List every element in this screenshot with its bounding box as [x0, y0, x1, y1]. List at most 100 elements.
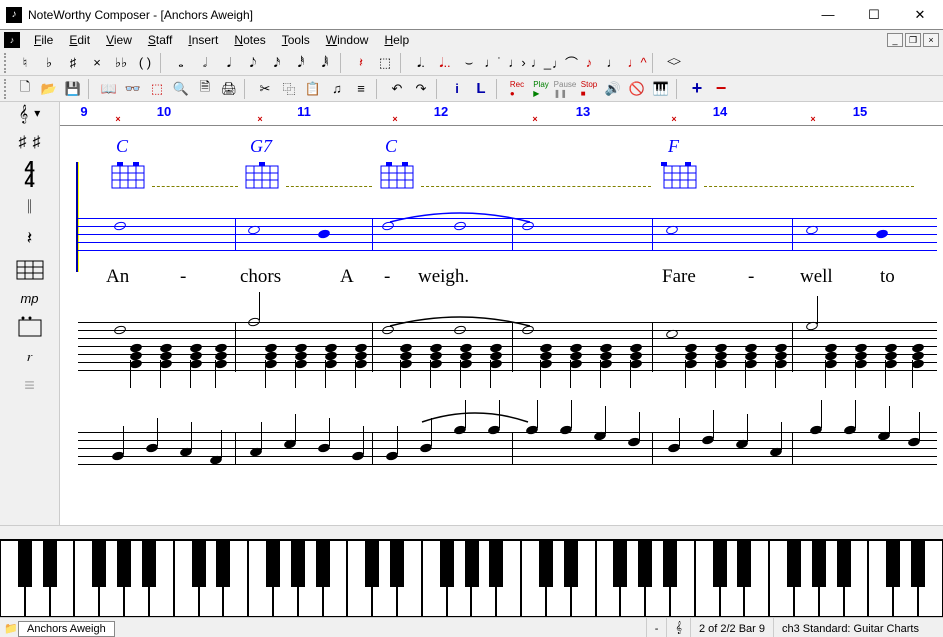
tool-half[interactable]: 𝅗𝅥 [194, 52, 216, 74]
tool-staccato[interactable]: ♩˙ [482, 52, 504, 74]
mdi-minimize-button[interactable]: _ [887, 33, 903, 47]
paste-button[interactable]: 📋 [302, 78, 324, 100]
tool-flat[interactable]: ♭ [38, 52, 60, 74]
menu-edit[interactable]: Edit [61, 31, 98, 49]
lyric-button[interactable]: L [470, 78, 492, 100]
undo-button[interactable]: ↶ [386, 78, 408, 100]
tool-accent[interactable]: ♩› [506, 52, 528, 74]
minimize-button[interactable]: — [805, 0, 851, 30]
time-sig-icon[interactable]: 44 [24, 162, 34, 187]
menu-staff[interactable]: Staff [140, 31, 180, 49]
chord-diagram-icon[interactable] [15, 316, 45, 338]
notes-button[interactable]: ♫ [326, 78, 348, 100]
menu-view[interactable]: View [98, 31, 140, 49]
audit-button[interactable]: ≡ [350, 78, 372, 100]
black-key[interactable] [837, 541, 851, 587]
staff-piano-bass[interactable] [78, 432, 937, 472]
tool-tremolo[interactable]: ♩ [602, 52, 624, 74]
preview-button[interactable]: 🗎 [194, 78, 216, 100]
horizontal-scrollbar[interactable] [0, 525, 943, 539]
black-key[interactable] [117, 541, 131, 587]
pause-button[interactable]: Pause❚❚ [554, 78, 576, 100]
tool-double-flat[interactable]: ♭♭ [110, 52, 132, 74]
dynamic-icon[interactable]: mp [20, 291, 38, 306]
black-key[interactable] [638, 541, 652, 587]
black-key[interactable] [564, 541, 578, 587]
tool-64th[interactable]: 𝅘𝅥𝅱 [314, 52, 336, 74]
tool-eighth[interactable]: 𝅘𝅥𝅮 [242, 52, 264, 74]
tool-sharp[interactable]: ♯ [62, 52, 84, 74]
tool-dot[interactable]: 𝅘𝅥. [410, 52, 432, 74]
piano-keyboard[interactable] [0, 539, 943, 617]
toolbar-handle[interactable] [4, 53, 10, 73]
info-button[interactable]: i [446, 78, 468, 100]
tool-slur[interactable]: ♩⌒ [554, 52, 576, 74]
sharp2-icon[interactable]: ♯ [33, 134, 41, 152]
tool-grace[interactable]: ♪ [578, 52, 600, 74]
black-key[interactable] [266, 541, 280, 587]
cut-button[interactable]: ✂ [254, 78, 276, 100]
menu-tools[interactable]: Tools [274, 31, 318, 49]
maximize-button[interactable]: ☐ [851, 0, 897, 30]
document-tab[interactable]: Anchors Aweigh [18, 621, 115, 637]
remove-staff-button[interactable]: − [710, 78, 732, 100]
tool-crescendo[interactable]: < > [662, 52, 684, 74]
add-staff-button[interactable]: + [686, 78, 708, 100]
black-key[interactable] [216, 541, 230, 587]
tool-tie[interactable]: ⌣ [458, 52, 480, 74]
fretboard-icon[interactable] [15, 259, 45, 281]
tool-courtesy[interactable]: ( ) [134, 52, 156, 74]
black-key[interactable] [787, 541, 801, 587]
mute-button[interactable]: 🚫 [626, 78, 648, 100]
black-key[interactable] [465, 541, 479, 587]
black-key[interactable] [316, 541, 330, 587]
menu-file[interactable]: File [26, 31, 61, 49]
page-view-button[interactable]: ⬚ [146, 78, 168, 100]
mdi-restore-button[interactable]: ❐ [905, 33, 921, 47]
tool-32nd[interactable]: 𝅘𝅥𝅰 [290, 52, 312, 74]
mdi-close-button[interactable]: × [923, 33, 939, 47]
tool-quarter[interactable]: 𝅘𝅥 [218, 52, 240, 74]
open-button[interactable]: 📂 [38, 78, 60, 100]
treble-clef-icon[interactable]: 𝄞 [19, 106, 28, 124]
toolbar-handle-2[interactable] [4, 79, 10, 99]
piano-button[interactable]: 🎹 [650, 78, 672, 100]
play-button[interactable]: Play▶ [530, 78, 552, 100]
black-key[interactable] [489, 541, 503, 587]
tool-16th[interactable]: 𝅘𝅥𝅯 [266, 52, 288, 74]
black-key[interactable] [390, 541, 404, 587]
filter-icon[interactable]: ▾ [34, 106, 40, 124]
zoom-button[interactable]: 🔍 [170, 78, 192, 100]
tool-dot2[interactable]: 𝅘𝅥.. [434, 52, 456, 74]
menu-insert[interactable]: Insert [180, 31, 226, 49]
menu-window[interactable]: Window [318, 31, 377, 49]
black-key[interactable] [886, 541, 900, 587]
black-key[interactable] [613, 541, 627, 587]
print-button[interactable]: 🖨 [218, 78, 240, 100]
rec-button[interactable]: Rec● [506, 78, 528, 100]
stop-button[interactable]: Stop■ [578, 78, 600, 100]
glasses-button[interactable]: 👓 [122, 78, 144, 100]
tool-rest[interactable]: 𝄽 [350, 52, 372, 74]
menu-help[interactable]: Help [376, 31, 417, 49]
new-button[interactable]: 🗋 [14, 78, 36, 100]
black-key[interactable] [291, 541, 305, 587]
redo-button[interactable]: ↷ [410, 78, 432, 100]
staff-piano-inner[interactable] [78, 362, 937, 378]
black-key[interactable] [911, 541, 925, 587]
tool-whole[interactable]: 𝅝 [170, 52, 192, 74]
black-key[interactable] [737, 541, 751, 587]
tool-select[interactable]: ⬚ [374, 52, 396, 74]
black-key[interactable] [43, 541, 57, 587]
black-key[interactable] [440, 541, 454, 587]
tool-natural[interactable]: ♮ [14, 52, 36, 74]
rest-icon[interactable]: 𝄽 [27, 228, 33, 249]
chord-icon[interactable]: 𝄁 [28, 197, 31, 218]
black-key[interactable] [192, 541, 206, 587]
black-key[interactable] [92, 541, 106, 587]
tool-marcato[interactable]: ♩^ [626, 52, 648, 74]
measure-ruler[interactable]: 9 10 11 12 13 14 15 × × × × × × [60, 102, 943, 126]
menu-notes[interactable]: Notes [226, 31, 273, 49]
black-key[interactable] [142, 541, 156, 587]
black-key[interactable] [713, 541, 727, 587]
